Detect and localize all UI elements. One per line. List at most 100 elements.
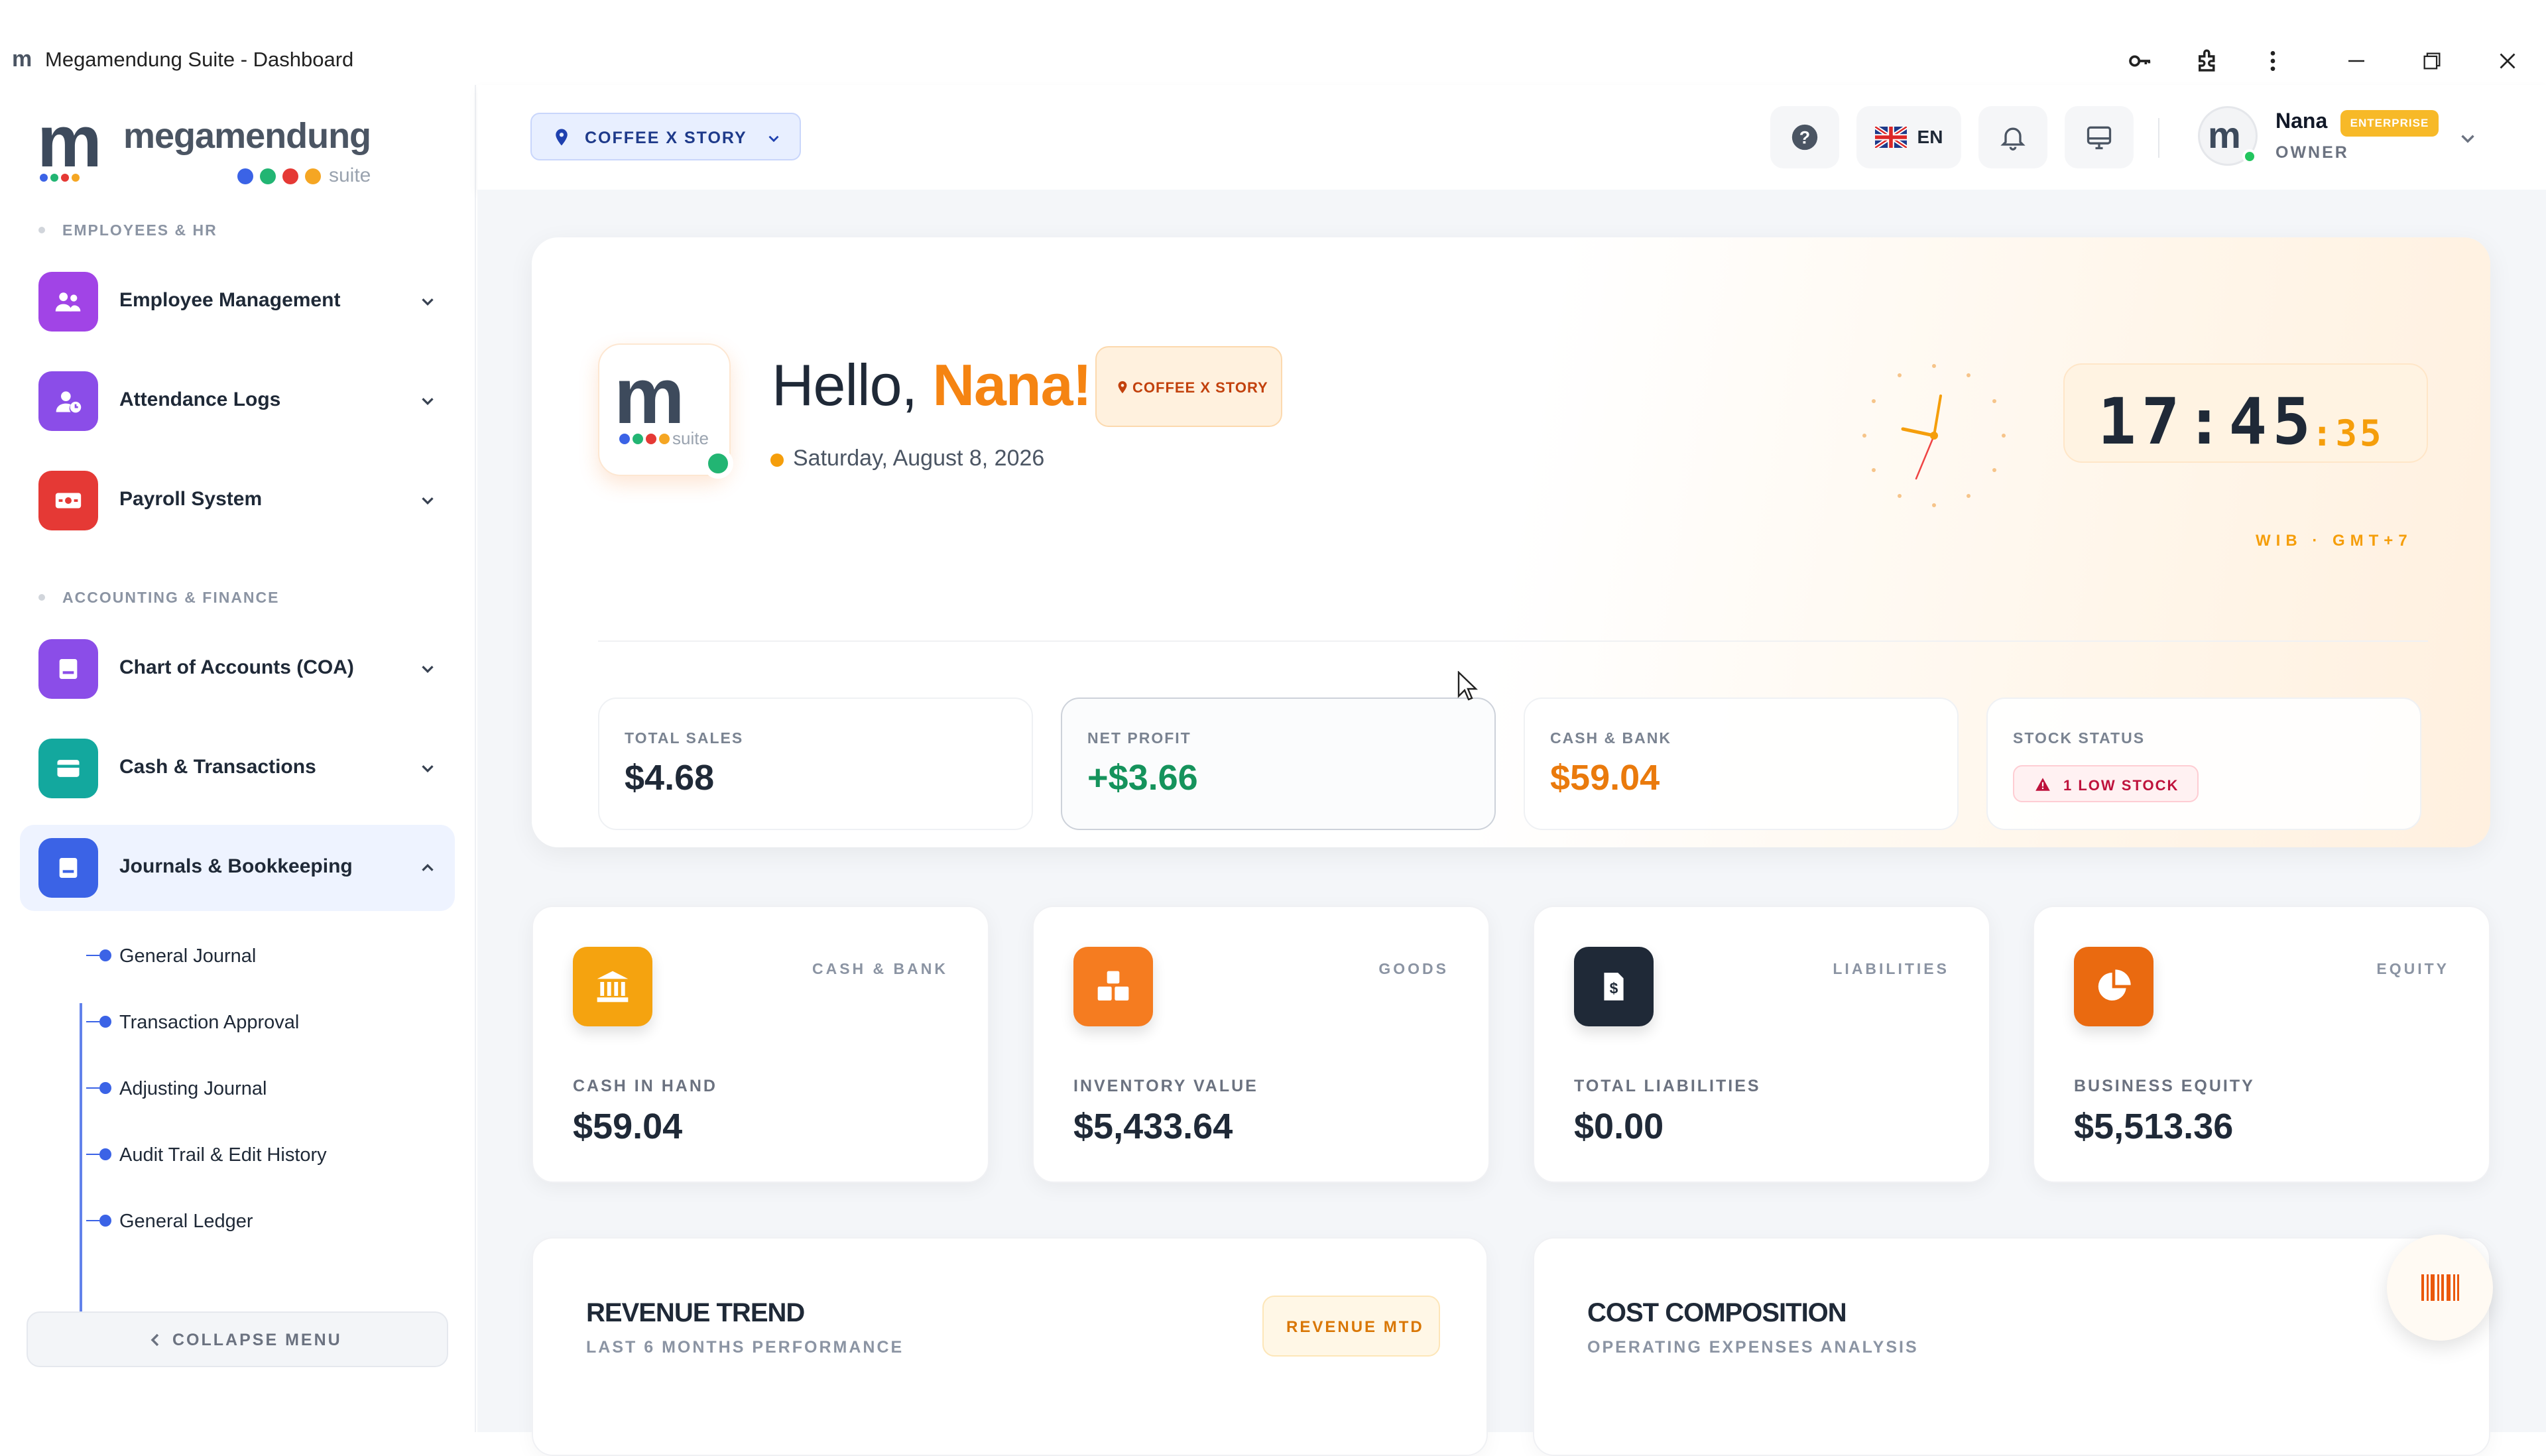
brand-mark: m: [37, 101, 102, 182]
help-button[interactable]: ?: [1770, 106, 1839, 168]
stat-total-sales[interactable]: TOTAL SALES $4.68: [598, 698, 1033, 830]
bullet: [86, 1082, 111, 1094]
submenu-item-label: Audit Trail & Edit History: [119, 1144, 327, 1166]
chevron-down-icon: [768, 135, 779, 143]
panel-subtitle: OPERATING EXPENSES ANALYSIS: [1587, 1338, 1919, 1357]
display-button[interactable]: [2065, 106, 2134, 168]
divider: [598, 640, 2428, 642]
sidebar-item-attendance-logs[interactable]: Attendance Logs: [20, 358, 455, 444]
location-label: COFFEE X STORY: [585, 129, 747, 147]
timezone-label: WIB · GMT+7: [2256, 532, 2413, 550]
warning-icon: [2035, 778, 2050, 791]
user-name: Nana: [2275, 109, 2328, 133]
panel-title: COST COMPOSITION: [1587, 1298, 1847, 1327]
monitor-icon: [2087, 126, 2112, 150]
extension-icon[interactable]: [2188, 41, 2228, 81]
store-logo-mark: m: [614, 351, 685, 440]
bullet: [86, 1016, 111, 1028]
collapse-menu-label: COLLAPSE MENU: [172, 1331, 342, 1349]
kpi-value: $0.00: [1574, 1107, 1664, 1146]
sidebar-item-chart-of-accounts[interactable]: Chart of Accounts (COA): [20, 626, 455, 712]
user-role: OWNER: [2275, 143, 2349, 162]
logo-dot: [659, 434, 670, 444]
revenue-mtd-badge[interactable]: REVENUE MTD: [1262, 1296, 1440, 1357]
kpi-tag: CASH & BANK: [812, 960, 948, 977]
journal-icon: [38, 838, 98, 898]
kpi-value: $5,513.36: [2074, 1107, 2234, 1146]
restore-icon[interactable]: [2412, 41, 2452, 81]
cost-composition-panel: COST COMPOSITION OPERATING EXPENSES ANAL…: [1533, 1237, 2490, 1456]
sidebar-item-label: Attendance Logs: [119, 389, 281, 410]
sidebar-item-journals-bookkeeping[interactable]: Journals & Bookkeeping: [20, 825, 455, 911]
kpi-business-equity[interactable]: EQUITY BUSINESS EQUITY $5,513.36: [2033, 906, 2490, 1183]
submenu-item-general-ledger[interactable]: General Ledger: [86, 1205, 431, 1239]
stat-cash-bank[interactable]: CASH & BANK $59.04: [1524, 698, 1959, 830]
store-logo-suite: suite: [672, 428, 709, 448]
submenu-item-adjusting-journal[interactable]: Adjusting Journal: [86, 1073, 431, 1106]
brand-logo[interactable]: m megamendung suite: [37, 101, 408, 187]
store-badge-label: COFFEE X STORY: [1132, 379, 1268, 396]
kpi-tag: EQUITY: [2376, 960, 2449, 977]
submenu-item-transaction-approval[interactable]: Transaction Approval: [86, 1006, 431, 1040]
language-selector[interactable]: EN: [1856, 106, 1961, 168]
sidebar-item-payroll-system[interactable]: Payroll System: [20, 457, 455, 544]
bullet: [86, 1215, 111, 1227]
money-icon: [38, 471, 98, 530]
analog-clock-icon: [1862, 364, 2006, 507]
sidebar-item-employee-management[interactable]: Employee Management: [20, 259, 455, 345]
minimize-icon[interactable]: [2336, 41, 2376, 81]
logo-dot: [619, 434, 630, 444]
kpi-caption: CASH IN HAND: [573, 1077, 717, 1095]
stat-value: $59.04: [1550, 758, 1660, 798]
chevron-down-icon[interactable]: [2456, 127, 2479, 150]
app-icon: m: [12, 46, 32, 72]
clock-seconds: :35: [2311, 412, 2384, 454]
bell-icon: [2000, 127, 2026, 151]
stat-caption: NET PROFIT: [1087, 729, 1191, 747]
window-title: Megamendung Suite - Dashboard: [45, 48, 354, 71]
notifications-button[interactable]: [1978, 106, 2047, 168]
stat-value: +$3.66: [1087, 758, 1198, 798]
low-stock-badge[interactable]: 1 LOW STOCK: [2013, 765, 2199, 802]
stat-stock-status[interactable]: STOCK STATUS 1 LOW STOCK: [1986, 698, 2421, 830]
kpi-cash-in-hand[interactable]: CASH & BANK CASH IN HAND $59.04: [532, 906, 989, 1183]
chevron-left-icon: [151, 1333, 159, 1347]
store-badge: COFFEE X STORY: [1095, 346, 1282, 427]
sidebar-item-cash-transactions[interactable]: Cash & Transactions: [20, 725, 455, 812]
sidebar-item-label: Cash & Transactions: [119, 756, 316, 778]
kpi-total-liabilities[interactable]: $ LIABILITIES TOTAL LIABILITIES $0.00: [1533, 906, 1990, 1183]
location-selector[interactable]: COFFEE X STORY: [530, 113, 801, 160]
stat-net-profit[interactable]: NET PROFIT +$3.66: [1061, 698, 1496, 830]
submenu-item-audit-trail[interactable]: Audit Trail & Edit History: [86, 1139, 431, 1172]
logo-dot: [646, 434, 656, 444]
submenu-item-label: Transaction Approval: [119, 1012, 300, 1033]
submenu-item-general-journal[interactable]: General Journal: [86, 940, 431, 973]
kpi-inventory-value[interactable]: GOODS INVENTORY VALUE $5,433.64: [1032, 906, 1490, 1183]
kpi-caption: INVENTORY VALUE: [1073, 1077, 1258, 1095]
close-icon[interactable]: [2488, 41, 2527, 81]
collapse-menu-button[interactable]: COLLAPSE MENU: [27, 1311, 448, 1367]
sidebar-item-label: Chart of Accounts (COA): [119, 656, 354, 678]
logo-dot: [633, 434, 643, 444]
key-icon[interactable]: [2120, 41, 2160, 81]
section-label-finance: ACCOUNTING & FINANCE: [38, 589, 280, 607]
submenu-line: [80, 1003, 82, 1341]
kpi-caption: BUSINESS EQUITY: [2074, 1077, 2255, 1095]
users-icon: [38, 272, 98, 332]
kpi-tag: LIABILITIES: [1833, 960, 1949, 977]
avatar[interactable]: m: [2198, 106, 2258, 166]
revenue-mtd-label: REVENUE MTD: [1286, 1318, 1424, 1336]
boxes-icon: [1073, 947, 1153, 1026]
greeting: Hello, Nana!: [772, 352, 1092, 418]
section-label-hr: EMPLOYEES & HR: [38, 221, 217, 239]
top-bar: COFFEE X STORY ? EN m Nana ENTERPRISE OW…: [477, 85, 2546, 190]
map-pin-icon: [1118, 381, 1127, 394]
svg-text:$: $: [1610, 979, 1618, 997]
submenu-item-label: General Journal: [119, 945, 257, 967]
brand-dot: [40, 174, 48, 182]
map-pin-icon: [556, 129, 568, 146]
submenu-item-label: General Ledger: [119, 1211, 253, 1232]
more-icon[interactable]: [2253, 41, 2293, 81]
barcode-scan-button[interactable]: [2387, 1235, 2493, 1341]
window-titlebar: m Megamendung Suite - Dashboard: [0, 0, 2546, 85]
